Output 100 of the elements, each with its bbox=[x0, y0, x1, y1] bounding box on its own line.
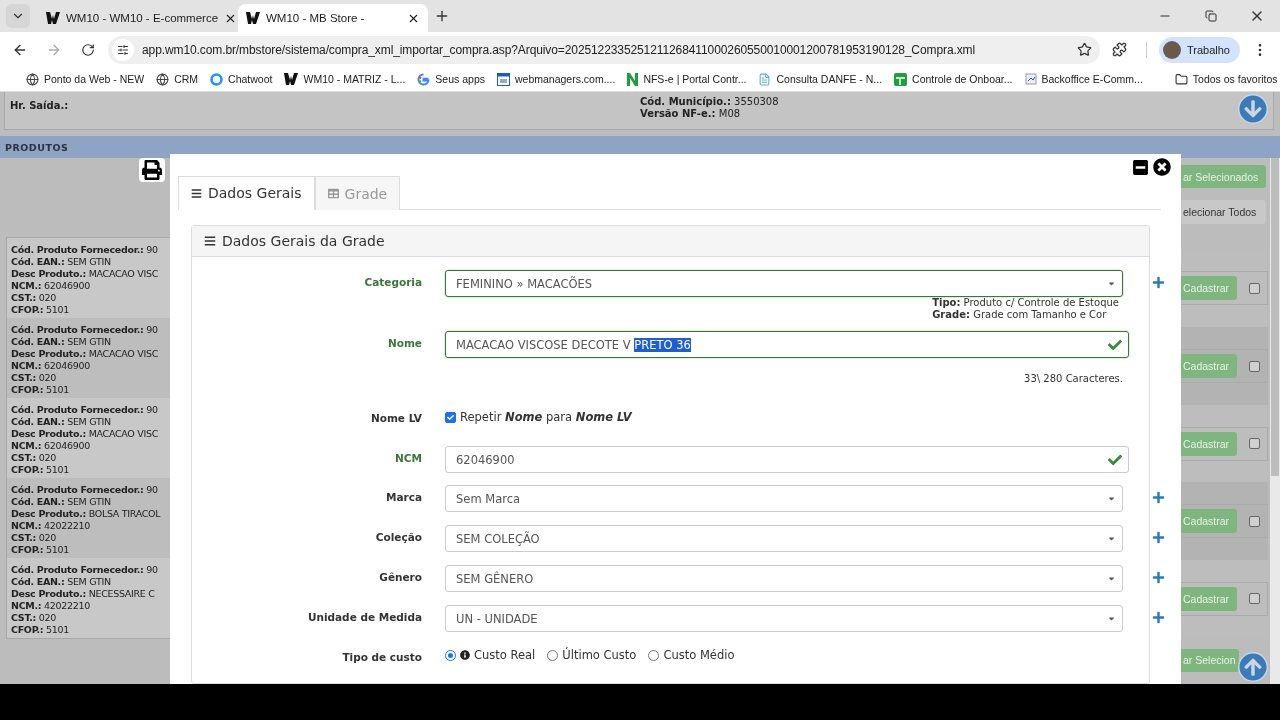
radio-label: Custo Médio bbox=[663, 648, 735, 662]
radio-label: Último Custo bbox=[562, 648, 637, 662]
bookmark[interactable]: Backoffice E-Comm... bbox=[1018, 68, 1149, 90]
product-detail: Cód. EAN.: SEM GTIN bbox=[11, 336, 112, 348]
field-label: Gênero bbox=[379, 570, 422, 583]
product-detail: NCM.: 62046900 bbox=[11, 280, 91, 292]
tab-list-button[interactable] bbox=[6, 4, 30, 28]
checkbox[interactable] bbox=[1249, 593, 1260, 605]
select-field[interactable]: SEM GÊNERO bbox=[445, 565, 1123, 592]
scrollbar[interactable] bbox=[1270, 158, 1280, 684]
bookmark[interactable]: Chatwoot bbox=[204, 68, 279, 90]
bookmark[interactable]: Ponto da Web - NEW bbox=[20, 68, 151, 90]
logo-icon bbox=[284, 73, 299, 85]
caret-icon bbox=[1107, 534, 1116, 543]
bookmark[interactable]: NFS-e | Portal Contr... bbox=[621, 68, 753, 90]
checkbox[interactable] bbox=[1249, 360, 1260, 372]
product-detail: CFOP.: 5101 bbox=[11, 624, 71, 636]
tab[interactable]: Dados Gerais bbox=[178, 176, 315, 210]
product-detail: NCM.: 62046900 bbox=[11, 440, 91, 452]
select-field[interactable]: Sem Marca bbox=[445, 485, 1123, 512]
product-detail: CFOP.: 5101 bbox=[11, 544, 71, 556]
site-settings-icon[interactable] bbox=[112, 38, 134, 61]
note-text: Tipo: Produto c/ Controle de Estoque bbox=[932, 297, 1119, 309]
product-detail: NCM.: 42022210 bbox=[11, 520, 91, 532]
caret-icon bbox=[1107, 574, 1116, 583]
text-field[interactable]: MACACAO VISCOSE DECOTE V PRETO 36 bbox=[445, 331, 1129, 358]
caret-icon bbox=[1107, 614, 1116, 623]
caret-icon bbox=[1107, 494, 1116, 503]
product-detail: Cód. Produto Fornecedor.: 90 bbox=[11, 564, 159, 576]
bookmark[interactable]: webmanagers.com.... bbox=[491, 68, 622, 90]
character-counter: 33\ 280 Caracteres. bbox=[1024, 373, 1123, 384]
chart-icon bbox=[1024, 73, 1037, 85]
bookmark[interactable]: Seus apps bbox=[411, 68, 491, 90]
globe-icon bbox=[156, 72, 170, 86]
select-field[interactable]: UN - UNIDADE bbox=[445, 605, 1123, 632]
minimize-icon[interactable] bbox=[1132, 159, 1149, 176]
chat-icon bbox=[210, 72, 224, 86]
product-detail: CFOP.: 5101 bbox=[11, 384, 71, 396]
scroll-up-icon[interactable] bbox=[1238, 652, 1268, 682]
action-button[interactable]: elecionar Todos bbox=[1181, 200, 1266, 224]
checkbox-label: Repetir Nome para Nome LV bbox=[460, 410, 632, 424]
product-detail: Cód. Produto Fornecedor.: 90 bbox=[11, 244, 159, 256]
product-detail: Desc Produto.: MACACAO VISC bbox=[11, 428, 159, 440]
logo-icon bbox=[627, 72, 639, 86]
note-text: Grade: Grade com Tamanho e Cor bbox=[932, 309, 1108, 321]
calendar-icon bbox=[497, 72, 510, 86]
field-label: NCM bbox=[395, 451, 422, 464]
field-label: Nome bbox=[387, 336, 422, 349]
spreadsheet-icon bbox=[894, 72, 908, 86]
radio-label: Custo Real bbox=[474, 648, 536, 662]
address-bar[interactable]: app.wm10.com.br/mbstore/sistema/compra_xml_importar_compra.asp?Arquivo=2025122335251211268411000260550010001200781953190128_Compra.xml bbox=[108, 35, 1100, 64]
profile-button[interactable]: Trabalho bbox=[1159, 36, 1240, 63]
panel-title: Dados Gerais da Grade bbox=[222, 233, 385, 249]
globe-icon bbox=[26, 72, 39, 86]
bookmark[interactable]: WM10 - MATRIZ - L... bbox=[278, 68, 412, 90]
field-label: Unidade de Medida bbox=[307, 610, 422, 623]
product-detail: CST.: 020 bbox=[11, 452, 57, 464]
info-text: Cód. Município.: 3550308 bbox=[640, 96, 780, 108]
bookmark[interactable]: Controle de Onboar... bbox=[888, 68, 1019, 90]
table-icon bbox=[327, 188, 339, 199]
field-label: Nome LV bbox=[370, 411, 422, 424]
print-icon[interactable] bbox=[139, 158, 165, 182]
checkbox[interactable] bbox=[1249, 282, 1260, 294]
document-icon bbox=[758, 72, 772, 86]
field-label: Marca bbox=[385, 490, 422, 503]
select-field[interactable]: FEMININO » MACACÕES bbox=[445, 270, 1123, 297]
caret-icon bbox=[1107, 279, 1116, 288]
add-icon[interactable] bbox=[1152, 531, 1165, 544]
product-detail: CST.: 020 bbox=[11, 372, 57, 384]
product-detail: CFOP.: 5101 bbox=[11, 464, 71, 476]
bookmark-star-icon[interactable] bbox=[1077, 42, 1092, 57]
add-icon[interactable] bbox=[1152, 611, 1165, 624]
close-icon[interactable] bbox=[1153, 158, 1171, 176]
logo-icon bbox=[46, 12, 60, 24]
product-detail: Cód. EAN.: SEM GTIN bbox=[11, 416, 112, 428]
select-field[interactable]: SEM COLEÇÃO bbox=[445, 525, 1123, 552]
menu-icon bbox=[191, 187, 202, 199]
checkbox[interactable] bbox=[1249, 438, 1260, 450]
checkbox[interactable] bbox=[445, 411, 456, 423]
url-text: app.wm10.com.br/mbstore/sistema/compra_xml_importar_compra.asp?Arquivo=2025122335251211268411000260550010001200781953190128_Compra.xml bbox=[142, 42, 977, 57]
info-label: Hr. Saída.: bbox=[10, 100, 70, 112]
bookmark[interactable]: Consulta DANFE - N... bbox=[752, 68, 889, 90]
checkbox[interactable] bbox=[1249, 515, 1260, 527]
product-detail: Cód. Produto Fornecedor.: 90 bbox=[11, 324, 159, 336]
bookmark[interactable]: CRM bbox=[150, 68, 205, 90]
product-detail: Cód. Produto Fornecedor.: 90 bbox=[11, 404, 159, 416]
browser-tab[interactable]: WM10 - MB Store - bbox=[238, 4, 428, 32]
product-detail: Cód. EAN.: SEM GTIN bbox=[11, 576, 112, 588]
product-detail: CFOP.: 5101 bbox=[11, 304, 71, 316]
bookmark-folder[interactable]: Todos os favoritos bbox=[1168, 68, 1280, 90]
add-icon[interactable] bbox=[1152, 491, 1165, 504]
add-icon[interactable] bbox=[1152, 571, 1165, 584]
product-detail: NCM.: 42022210 bbox=[11, 600, 91, 612]
field-label: Tipo de custo bbox=[342, 650, 422, 663]
product-detail: Cód. EAN.: SEM GTIN bbox=[11, 496, 112, 508]
text-field[interactable]: 62046900 bbox=[445, 446, 1129, 473]
browser-tab[interactable]: WM10 - WM10 - E-commerce bbox=[38, 4, 238, 32]
info-text: Versão NF-e.: M08 bbox=[640, 108, 742, 120]
field-label: Categoria bbox=[364, 275, 422, 288]
add-icon[interactable] bbox=[1152, 276, 1165, 289]
